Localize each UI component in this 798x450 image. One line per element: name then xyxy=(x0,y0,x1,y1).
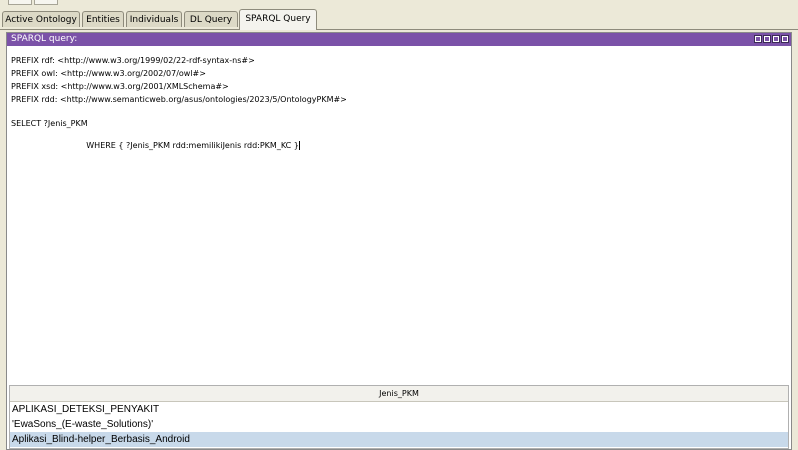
tab-entities[interactable]: Entities xyxy=(82,11,124,27)
tab-individuals[interactable]: Individuals xyxy=(126,11,182,27)
tab-active-ontology[interactable]: Active Ontology xyxy=(2,11,80,27)
tab-bar: Active Ontology Entities Individuals DL … xyxy=(0,9,798,30)
query-line: PREFIX rdf: <http://www.w3.org/1999/02/2… xyxy=(11,56,255,65)
table-row[interactable]: 'EwaSons_(E-waste_Solutions)' xyxy=(10,417,788,432)
query-line: PREFIX rdd: <http://www.semanticweb.org/… xyxy=(11,95,347,104)
panel-header: SPARQL query: xyxy=(7,33,791,46)
query-line: SELECT ?Jenis_PKM xyxy=(11,119,88,128)
panel-maximize-icon[interactable] xyxy=(772,35,780,43)
panel-title: SPARQL query: xyxy=(11,34,78,44)
table-row-selected[interactable]: Aplikasi_Blind-helper_Berbasis_Android xyxy=(10,432,788,447)
toolbar-button[interactable] xyxy=(34,0,58,5)
panel-window-controls xyxy=(754,35,789,44)
sparql-query-editor[interactable]: PREFIX rdf: <http://www.w3.org/1999/02/2… xyxy=(7,46,791,384)
table-row[interactable]: APLIKASI_DETEKSI_PENYAKIT xyxy=(10,402,788,417)
panel-float-icon[interactable] xyxy=(754,35,762,43)
query-line: PREFIX xsd: <http://www.w3.org/2001/XMLS… xyxy=(11,82,229,91)
query-line: WHERE { ?Jenis_PKM rdd:memilikiJenis rdd… xyxy=(71,132,300,159)
tab-dl-query[interactable]: DL Query xyxy=(184,11,238,27)
results-column-header[interactable]: Jenis_PKM xyxy=(10,386,788,402)
results-table: Jenis_PKM APLIKASI_DETEKSI_PENYAKIT 'Ewa… xyxy=(9,385,789,449)
query-where-text: WHERE { ?Jenis_PKM rdd:memilikiJenis rdd… xyxy=(86,141,299,150)
toolbar-button[interactable] xyxy=(8,0,32,5)
top-toolbar xyxy=(0,0,798,5)
panel-close-icon[interactable] xyxy=(781,35,789,43)
query-line: PREFIX owl: <http://www.w3.org/2002/07/o… xyxy=(11,69,206,78)
tab-sparql-query[interactable]: SPARQL Query xyxy=(239,9,317,30)
text-caret xyxy=(298,141,300,150)
sparql-query-panel: SPARQL query: PREFIX rdf: <http://www.w3… xyxy=(6,32,792,450)
panel-split-icon[interactable] xyxy=(763,35,771,43)
